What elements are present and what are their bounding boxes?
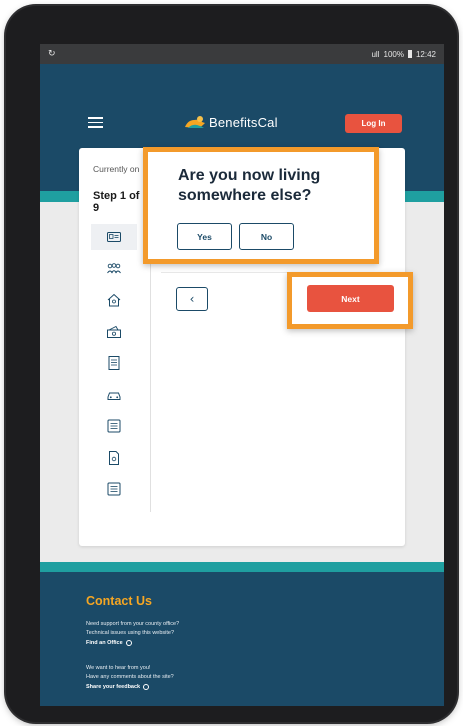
step-3-home[interactable] xyxy=(91,287,137,313)
logo[interactable]: BenefitsCal xyxy=(184,114,278,130)
next-highlight: Next xyxy=(287,272,413,329)
tablet-frame: ↻ ull 100% 12:42 BenefitsCal Log In Curr… xyxy=(6,6,457,722)
file-icon xyxy=(109,451,119,465)
status-right: ull 100% 12:42 xyxy=(371,50,436,59)
back-button[interactable]: ‹ xyxy=(176,287,208,311)
screen: ↻ ull 100% 12:42 BenefitsCal Log In Curr… xyxy=(40,44,444,706)
step-8-file[interactable] xyxy=(91,445,137,471)
car-icon xyxy=(107,392,121,400)
step-5-document[interactable] xyxy=(91,350,137,376)
money-icon xyxy=(107,325,121,338)
menu-icon[interactable] xyxy=(88,117,103,128)
signal-icon: ull xyxy=(371,49,380,59)
teal-stripe-footer xyxy=(40,562,444,572)
find-office-label: Find an Office xyxy=(86,640,123,646)
footer-support-text: Need support from your county office? xyxy=(86,621,180,627)
footer-title: Contact Us xyxy=(86,594,152,608)
people-icon xyxy=(107,263,121,274)
question-title: Are you now living somewhere else? xyxy=(178,167,321,204)
battery-icon xyxy=(407,50,412,58)
no-button[interactable]: No xyxy=(239,223,294,250)
step-6-car[interactable] xyxy=(91,382,137,408)
step-9-checklist[interactable] xyxy=(91,476,137,502)
progress-step: Step 1 of 9 xyxy=(93,190,140,214)
footer-hear-text: We want to hear from you! xyxy=(86,665,151,671)
step-1-id-card[interactable] xyxy=(91,224,137,250)
share-feedback-link[interactable]: Share your feedback xyxy=(86,684,150,690)
bear-logo-icon xyxy=(185,116,205,128)
step-sidebar: Currently on Step 1 of 9 xyxy=(79,148,151,512)
footer-technical-text: Technical issues using this website? xyxy=(86,630,175,636)
login-button[interactable]: Log In xyxy=(345,114,402,133)
find-office-link[interactable]: Find an Office xyxy=(86,640,132,646)
checklist-icon xyxy=(107,482,121,496)
footer-comments-text: Have any comments about the site? xyxy=(86,674,174,680)
feedback-icon xyxy=(143,684,150,690)
sync-icon: ↻ xyxy=(48,49,56,59)
battery-text: 100% xyxy=(383,49,404,59)
list-icon xyxy=(107,419,121,433)
step-2-people[interactable] xyxy=(91,256,137,282)
external-link-icon xyxy=(125,640,132,646)
share-feedback-label: Share your feedback xyxy=(86,684,141,690)
next-button[interactable]: Next xyxy=(307,285,394,312)
site-footer: Contact Us Need support from your county… xyxy=(40,572,444,706)
document-icon xyxy=(108,356,120,370)
step-7-list[interactable] xyxy=(91,413,137,439)
yes-button[interactable]: Yes xyxy=(177,223,232,250)
id-card-icon xyxy=(107,232,121,242)
step-4-money[interactable] xyxy=(91,319,137,345)
clock: 12:42 xyxy=(415,49,436,59)
status-bar: ↻ ull 100% 12:42 xyxy=(40,44,444,64)
home-icon xyxy=(107,293,121,307)
progress-caption: Currently on xyxy=(93,164,140,174)
question-highlight: Are you now living somewhere else? Yes N… xyxy=(143,147,379,264)
logo-text: BenefitsCal xyxy=(209,114,278,130)
